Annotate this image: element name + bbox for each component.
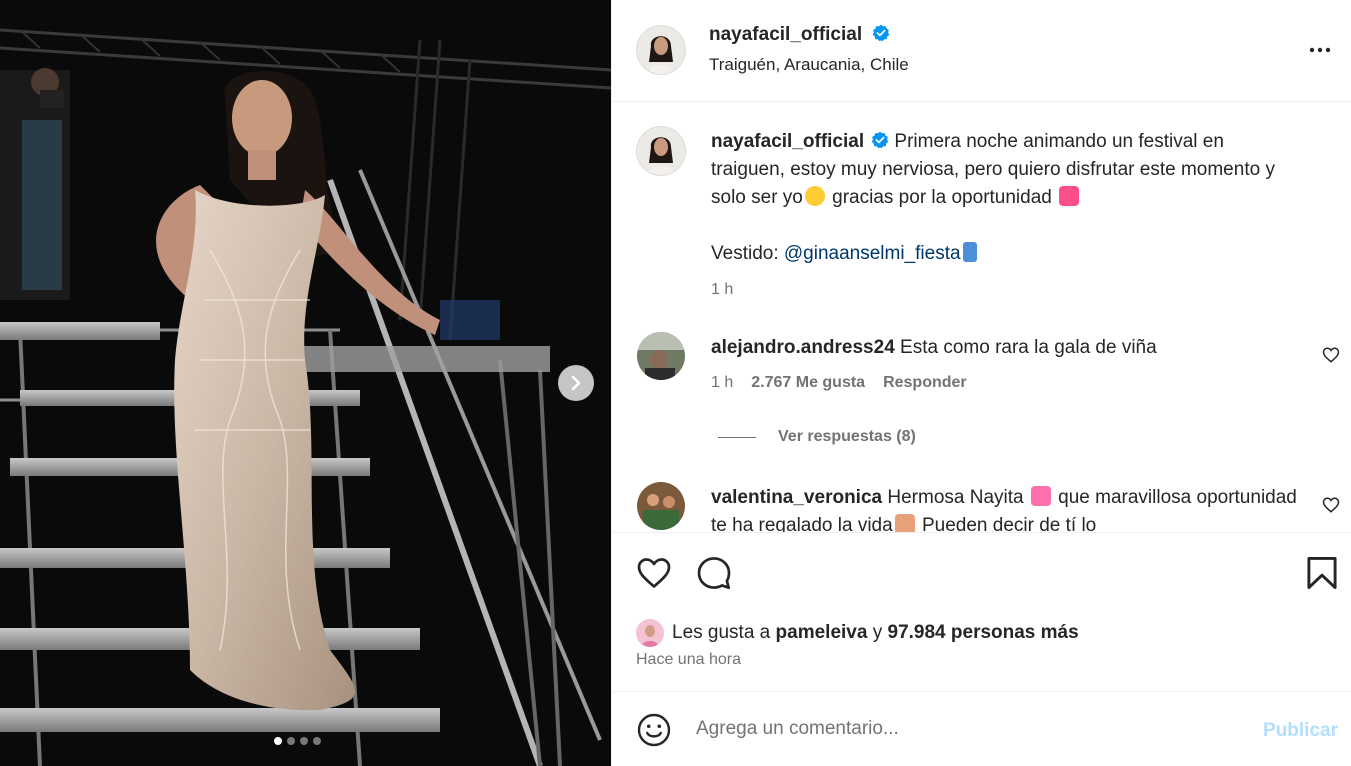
more-options-button[interactable] xyxy=(1308,38,1332,67)
heart-icon xyxy=(1322,497,1340,513)
more-options-icon xyxy=(1309,47,1331,53)
post-actions: Les gusta a pameleiva y 97.984 personas … xyxy=(612,532,1351,692)
likes-summary: Les gusta a pameleiva y 97.984 personas … xyxy=(636,619,1079,647)
verified-badge-icon xyxy=(871,131,889,149)
comment-meta: 1 h 2.767 Me gusta Responder xyxy=(711,374,967,392)
comment-text: Hermosa Nayita xyxy=(887,487,1024,508)
caption-dress-label: Vestido: xyxy=(711,243,779,264)
carousel-next-button[interactable] xyxy=(558,365,594,401)
comment-body: alejandro.andress24 Esta como rara la ga… xyxy=(711,334,1301,362)
dress-designer-mention[interactable]: @ginaanselmi_fiesta xyxy=(784,243,961,264)
commenter-username[interactable]: alejandro.andress24 xyxy=(711,337,895,358)
avatar xyxy=(636,619,664,647)
author-username[interactable]: nayafacil_official xyxy=(709,24,862,45)
comment-icon xyxy=(697,557,731,590)
author-avatar[interactable] xyxy=(637,26,685,74)
comments-section: nayafacil_official Primera noche animand… xyxy=(612,102,1351,532)
verified-badge-icon xyxy=(872,24,889,42)
carousel-dot xyxy=(313,737,321,745)
comment-composer: Publicar xyxy=(612,692,1351,766)
chevron-right-icon xyxy=(571,375,581,391)
like-button[interactable] xyxy=(636,555,672,596)
carousel-dot xyxy=(274,737,282,745)
save-button[interactable] xyxy=(1306,555,1338,596)
commenter-avatar[interactable] xyxy=(637,482,685,530)
comment-item: alejandro.andress24 Esta como rara la ga… xyxy=(612,330,1351,470)
dress-emoji-icon xyxy=(962,242,977,262)
likes-prefix: Les gusta a xyxy=(672,622,771,643)
comment-like-button[interactable] xyxy=(1322,496,1340,519)
avatar xyxy=(637,332,685,380)
post-media[interactable] xyxy=(0,0,611,766)
pink-heart-emoji-icon xyxy=(1030,486,1051,506)
caption-time[interactable]: 1 h xyxy=(711,276,1291,304)
comment-body: valentina_veronica Hermosa Nayita que ma… xyxy=(711,484,1301,532)
post-time[interactable]: Hace una hora xyxy=(636,651,741,669)
commenter-avatar[interactable] xyxy=(637,332,685,380)
caption-thanks: gracias por la oportunidad xyxy=(832,187,1052,208)
divider xyxy=(718,436,756,438)
reply-button[interactable]: Responder xyxy=(883,374,967,392)
post-header: nayafacil_official Traiguén, Araucania, … xyxy=(612,0,1351,102)
commenter-username[interactable]: valentina_veronica xyxy=(711,487,882,508)
emoji-button[interactable] xyxy=(636,712,672,753)
comment-text-continued: Pueden decir de tí lo xyxy=(921,515,1097,532)
publish-button[interactable]: Publicar xyxy=(1263,720,1338,742)
liker-avatar[interactable] xyxy=(636,619,664,647)
caption-username[interactable]: nayafacil_official xyxy=(711,131,864,152)
post-details-panel: nayafacil_official Traiguén, Araucania, … xyxy=(611,0,1351,766)
carousel-indicator xyxy=(274,737,321,745)
likes-connector: y xyxy=(872,622,883,643)
author-name-row: nayafacil_official xyxy=(709,24,890,46)
heart-eyes-emoji-icon xyxy=(804,186,825,206)
comment-time[interactable]: 1 h xyxy=(711,374,733,392)
carousel-dot xyxy=(300,737,308,745)
comment-button[interactable] xyxy=(696,555,732,596)
avatar xyxy=(637,482,685,530)
heart-hands-emoji-icon xyxy=(894,514,915,532)
caption-author-avatar[interactable] xyxy=(637,127,685,175)
post-photo xyxy=(0,0,611,766)
comment-text: Esta como rara la gala de viña xyxy=(900,337,1157,358)
post-location[interactable]: Traiguén, Araucania, Chile xyxy=(709,55,909,75)
comment-like-button[interactable] xyxy=(1322,346,1340,369)
comment-likes[interactable]: 2.767 Me gusta xyxy=(751,374,865,392)
view-replies-button[interactable]: Ver respuestas (8) xyxy=(718,428,916,446)
bookmark-icon xyxy=(1307,556,1337,589)
avatar xyxy=(637,26,685,74)
hearts-emoji-icon xyxy=(1059,186,1080,206)
comment-item: valentina_veronica Hermosa Nayita que ma… xyxy=(612,480,1351,532)
comment-input[interactable] xyxy=(696,714,1236,744)
post-caption: nayafacil_official Primera noche animand… xyxy=(711,128,1291,304)
carousel-dot xyxy=(287,737,295,745)
view-replies-label: Ver respuestas (8) xyxy=(778,428,916,445)
liker-username[interactable]: pameleiva xyxy=(776,622,868,644)
heart-icon xyxy=(1322,347,1340,363)
emoji-icon xyxy=(637,713,671,747)
heart-icon xyxy=(637,558,671,588)
avatar xyxy=(637,127,685,175)
likes-count[interactable]: 97.984 personas más xyxy=(888,622,1079,644)
